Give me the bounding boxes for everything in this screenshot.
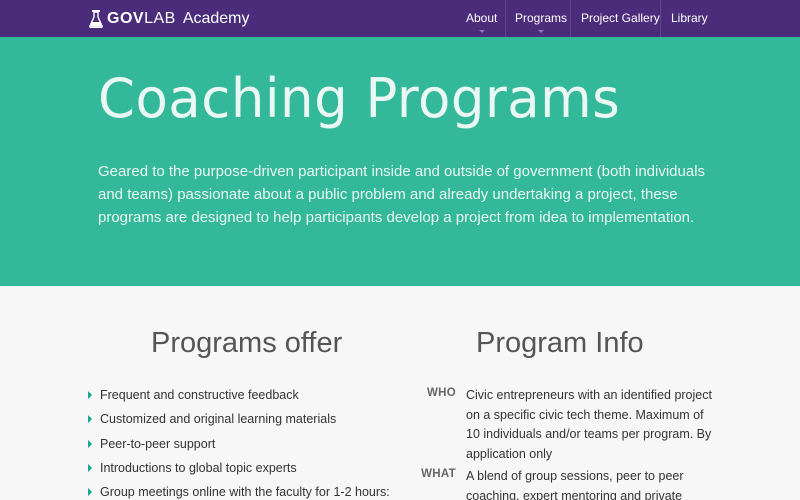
nav-divider — [660, 0, 661, 37]
nav-programs-label: Programs — [515, 11, 568, 25]
hero-description: Geared to the purpose-driven participant… — [98, 163, 706, 226]
info-key: WHAT — [421, 468, 456, 480]
brand-gov-text: GOV — [107, 9, 145, 27]
info-value: A blend of group sessions, peer to peer … — [466, 469, 684, 500]
list-item-text: Frequent and constructive feedback — [100, 388, 299, 402]
bullet-arrow-icon — [88, 391, 92, 399]
programs-offer-heading: Programs offer — [151, 327, 343, 359]
info-key: WHO — [426, 387, 456, 399]
bullet-arrow-icon — [88, 439, 92, 448]
nav-divider — [570, 0, 571, 37]
nav-project-gallery[interactable]: Project Gallery — [581, 0, 660, 37]
nav-about[interactable]: About — [466, 0, 497, 37]
brand-logo[interactable]: GOV LAB Academy — [89, 0, 250, 37]
program-info-table: WHO Civic entrepreneurs with an identifi… — [416, 386, 716, 500]
info-row-what: WHAT A blend of group sessions, peer to … — [416, 467, 716, 500]
list-item: Frequent and constructive feedback — [88, 386, 390, 410]
top-navbar: GOV LAB Academy About Programs Project Ga… — [0, 0, 800, 37]
list-item: Group meetings online with the faculty f… — [88, 483, 390, 500]
caret-down-icon — [538, 30, 544, 33]
bullet-arrow-icon — [88, 415, 92, 424]
bullet-arrow-icon — [88, 463, 92, 472]
nav-about-label: About — [466, 11, 498, 25]
hero-section: Coaching Programs Geared to the purpose-… — [0, 37, 800, 286]
list-item: Introductions to global topic experts — [88, 459, 390, 483]
flask-icon — [89, 9, 103, 28]
nav-divider — [505, 0, 506, 37]
bullet-arrow-icon — [88, 488, 92, 497]
nav-library[interactable]: Library — [671, 0, 708, 37]
nav-project-gallery-label: Project Gallery — [581, 11, 660, 25]
info-value: Civic entrepreneurs with an identified p… — [466, 388, 712, 461]
page-title: Coaching Programs — [98, 67, 621, 130]
caret-down-icon — [478, 30, 485, 33]
info-row-who: WHO Civic entrepreneurs with an identifi… — [416, 386, 716, 464]
brand-lab-text: LAB — [144, 9, 176, 27]
nav-programs[interactable]: Programs — [515, 0, 567, 37]
brand-academy-text: Academy — [182, 9, 250, 27]
list-item: Peer-to-peer support — [88, 435, 390, 459]
nav-library-label: Library — [671, 11, 708, 25]
list-item-text: Customized and original learning materia… — [100, 412, 337, 427]
programs-offer-list: Frequent and constructive feedback Custo… — [88, 386, 390, 500]
list-item-text: Group meetings online with the faculty f… — [100, 485, 390, 500]
list-item-text: Peer-to-peer support — [100, 436, 216, 451]
list-item: Customized and original learning materia… — [88, 410, 390, 434]
list-item-text: Introductions to global topic experts — [100, 460, 297, 475]
program-info-heading: Program Info — [476, 327, 644, 359]
